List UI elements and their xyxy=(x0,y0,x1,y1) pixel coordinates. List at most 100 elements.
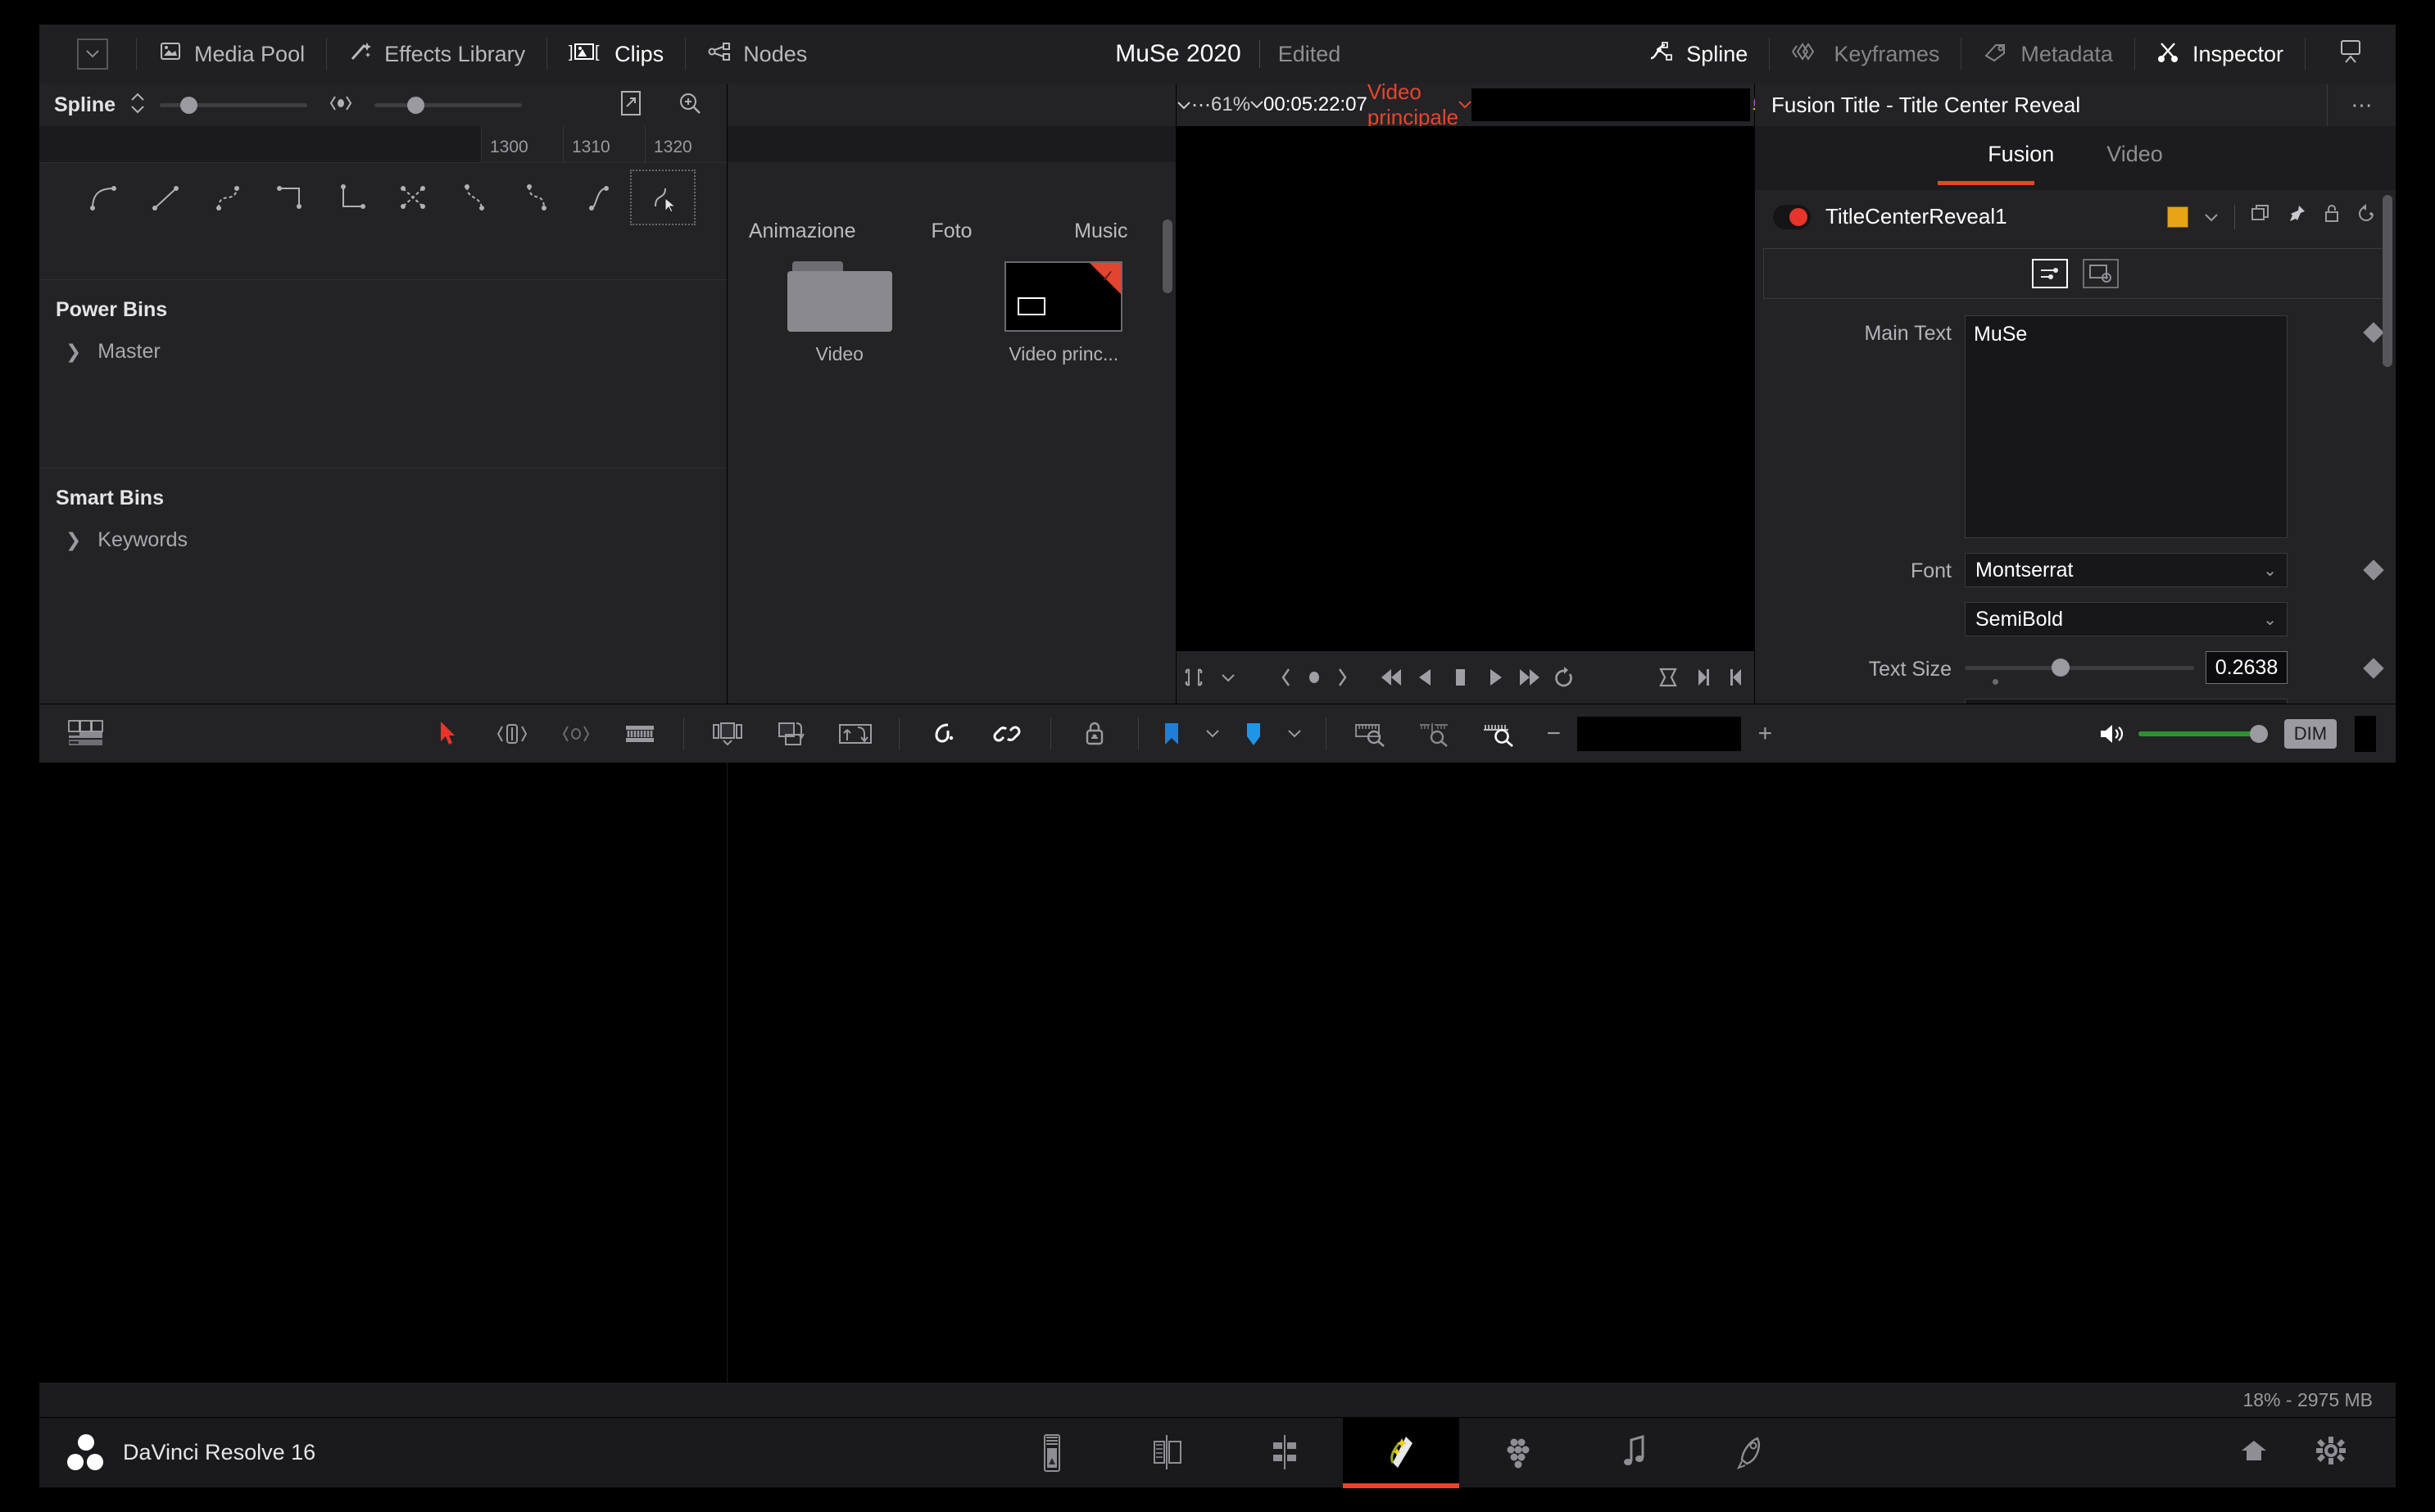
metadata-toggle-button[interactable]: Metadata xyxy=(1961,25,2134,84)
tab-video[interactable]: Video xyxy=(2106,142,2163,175)
zoom-level-label[interactable]: 61% xyxy=(1211,84,1250,126)
zoom-chevron-button[interactable] xyxy=(1250,84,1263,126)
color-page-button[interactable] xyxy=(1459,1418,1576,1488)
safe-area-chevron[interactable] xyxy=(1211,654,1245,700)
insert-clip-button[interactable] xyxy=(696,709,760,758)
dim-button[interactable]: DIM xyxy=(2283,718,2338,749)
marker-button[interactable] xyxy=(1232,709,1275,758)
timeline-zoom-field[interactable] xyxy=(1577,716,1742,751)
lock-icon[interactable] xyxy=(2322,203,2342,230)
keyframes-toggle-button[interactable]: Keyframes xyxy=(1770,25,1961,84)
smart-bin-item-keywords[interactable]: ❯ Keywords xyxy=(39,522,727,559)
zoom-in-icon[interactable] xyxy=(678,91,702,120)
play-button[interactable] xyxy=(1478,654,1512,700)
media-item-folder[interactable]: Video xyxy=(728,261,952,365)
next-keyframe-button[interactable] xyxy=(1325,654,1359,700)
sort-updown-icon[interactable] xyxy=(129,91,147,120)
spline-zoom-slider-h[interactable] xyxy=(160,96,308,114)
inspector-more-button[interactable]: ⋯ xyxy=(2327,84,2396,126)
flag-chevron[interactable] xyxy=(1193,709,1232,758)
step-in-curve-icon[interactable] xyxy=(259,171,321,224)
node-enable-toggle[interactable] xyxy=(1773,204,1811,229)
timeline-view-icon[interactable] xyxy=(57,709,121,758)
link-clips-toggle[interactable] xyxy=(975,709,1039,758)
custom-zoom-button[interactable] xyxy=(1466,709,1530,758)
text-size-value[interactable]: 0.2638 xyxy=(2206,651,2288,684)
timeline-tracks[interactable] xyxy=(728,763,2396,1383)
fairlight-page-button[interactable] xyxy=(1576,1418,1692,1488)
trim-edit-mode-button[interactable] xyxy=(480,709,544,758)
collapse-panel-button[interactable] xyxy=(77,38,108,70)
timeline-name-label[interactable]: Video principale xyxy=(1367,79,1458,129)
nodes-button[interactable]: Nodes xyxy=(686,25,828,84)
select-curve-icon[interactable] xyxy=(630,169,696,225)
ease-curve-icon[interactable] xyxy=(197,171,259,224)
settings-panel-icon[interactable] xyxy=(2083,259,2119,288)
razor-edit-button[interactable] xyxy=(608,709,672,758)
settings-button[interactable] xyxy=(2315,1436,2347,1469)
snapping-toggle[interactable] xyxy=(911,709,975,758)
ping-pong-curve-icon[interactable] xyxy=(569,171,632,224)
zoom-out-button[interactable]: − xyxy=(1530,709,1577,758)
keyframe-button[interactable] xyxy=(1304,654,1324,700)
prev-keyframe-button[interactable] xyxy=(1269,654,1304,700)
cross-curve-icon[interactable] xyxy=(383,171,446,224)
mark-in-button[interactable] xyxy=(1720,654,1754,700)
diamond-keyframe-icon[interactable] xyxy=(2363,658,2384,679)
smooth-curve-icon[interactable] xyxy=(72,171,134,224)
keyframe-nav-icon[interactable] xyxy=(329,93,353,117)
clips-button[interactable]: ][ Clips xyxy=(547,25,685,84)
spline-graph-canvas[interactable] xyxy=(39,231,727,279)
media-category-label[interactable]: Music xyxy=(1027,220,1176,243)
home-button[interactable] xyxy=(2238,1437,2269,1469)
go-to-end-button[interactable] xyxy=(1512,654,1547,700)
power-bin-item-master[interactable]: ❯ Master xyxy=(39,333,727,370)
font-family-select[interactable]: Montserrat ⌄ xyxy=(1965,553,2288,587)
copy-icon[interactable] xyxy=(2250,203,2271,230)
zoom-to-fit-button[interactable] xyxy=(1338,709,1402,758)
loop-curve-icon[interactable] xyxy=(507,171,569,224)
chevron-right-icon[interactable]: ❯ xyxy=(66,341,81,363)
linear-curve-icon[interactable] xyxy=(134,171,197,224)
overwrite-clip-button[interactable] xyxy=(760,709,823,758)
timecode-display[interactable]: 00:05:22:07 xyxy=(1263,84,1367,126)
step-out-curve-icon[interactable] xyxy=(321,171,383,224)
timeline-chevron-button[interactable] xyxy=(1458,84,1471,126)
media-item-clip[interactable]: ✓ Video princ... xyxy=(952,261,1177,365)
media-pool-button[interactable]: Media Pool xyxy=(137,25,326,84)
pin-icon[interactable] xyxy=(2286,203,2307,230)
main-text-input[interactable]: MuSe xyxy=(1965,315,2288,538)
replace-clip-button[interactable] xyxy=(823,709,887,758)
fit-to-window-icon[interactable] xyxy=(619,89,643,121)
media-page-button[interactable] xyxy=(994,1418,1110,1488)
lock-track-button[interactable] xyxy=(1063,709,1127,758)
fit-screen-button[interactable] xyxy=(1650,654,1685,700)
viewer-chevron-button[interactable] xyxy=(1177,84,1191,126)
flag-button[interactable] xyxy=(1150,709,1193,758)
effects-library-button[interactable]: Effects Library xyxy=(327,25,546,84)
loop-button[interactable] xyxy=(1547,654,1581,700)
chevron-down-icon[interactable] xyxy=(2203,206,2220,229)
tab-fusion[interactable]: Fusion xyxy=(1988,142,2054,175)
timeline-track-headers[interactable] xyxy=(39,763,728,1383)
diamond-keyframe-icon[interactable] xyxy=(2363,322,2384,343)
edit-page-button[interactable] xyxy=(1227,1418,1343,1488)
timeline-area[interactable] xyxy=(39,763,2396,1383)
stop-button[interactable] xyxy=(1443,654,1477,700)
type-select[interactable]: Solid ⌄ xyxy=(1965,699,2288,704)
inspector-toggle-button[interactable]: Inspector xyxy=(2135,25,2305,84)
media-category-label[interactable]: Animazione xyxy=(728,220,877,243)
mark-out-button[interactable] xyxy=(1685,654,1720,700)
speaker-icon[interactable] xyxy=(2084,709,2138,758)
cut-page-button[interactable] xyxy=(1110,1418,1227,1488)
volume-slider[interactable] xyxy=(2138,724,2268,743)
media-pool-scrollbar[interactable] xyxy=(1163,220,1172,293)
inspector-scrollbar[interactable] xyxy=(2383,195,2392,367)
reset-icon[interactable] xyxy=(2356,203,2378,230)
zoom-in-button[interactable]: + xyxy=(1741,709,1789,758)
video-preview[interactable] xyxy=(1177,126,1754,589)
text-size-slider[interactable] xyxy=(1965,658,2194,685)
viewer-more-button[interactable]: ⋯ xyxy=(1191,84,1211,126)
deliver-page-button[interactable] xyxy=(1692,1418,1808,1488)
fusion-page-button[interactable] xyxy=(1343,1417,1459,1488)
